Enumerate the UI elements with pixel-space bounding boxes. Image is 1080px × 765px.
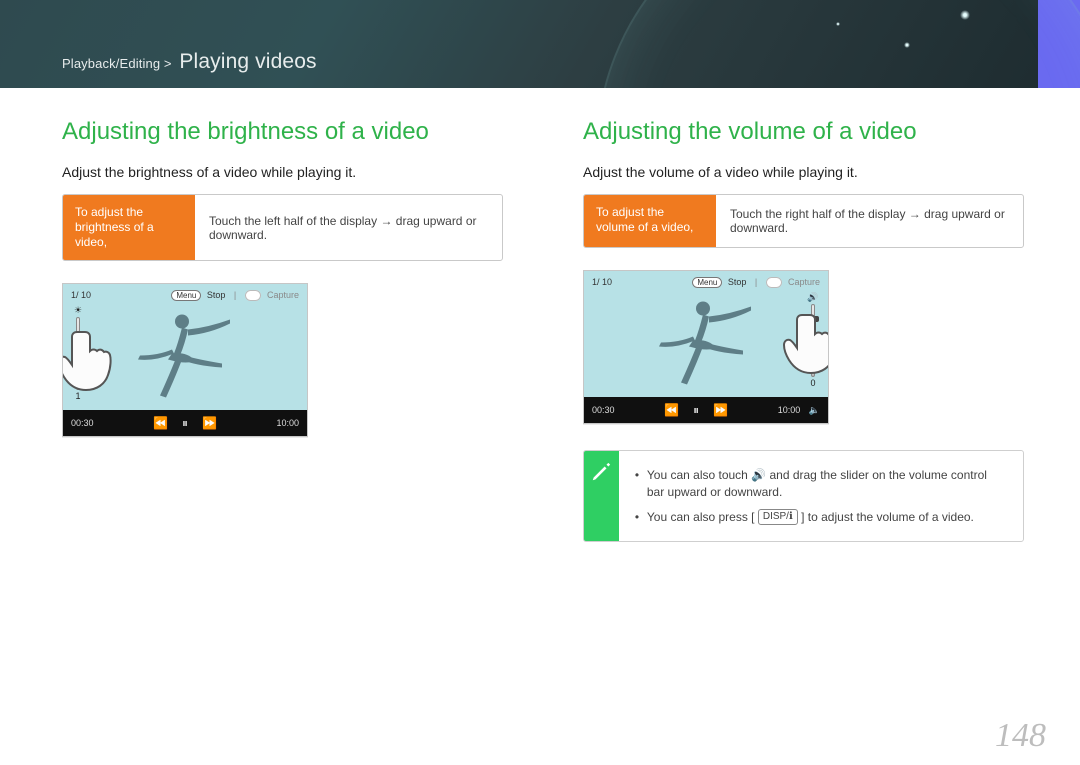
time-total: 10:00 🔈 [778,405,820,416]
breadcrumb: Playback/Editing > Playing videos [62,50,317,74]
chapter-tab [1038,0,1080,88]
stop-label: Stop [728,277,747,287]
pause-button[interactable]: ⏸ [182,416,188,431]
touch-hand-icon [782,311,828,377]
player-control-bar: 00:30 ⏪ ⏸ ⏩ 10:00 🔈 [584,397,828,423]
tip-list: You can also touch 🔊 and drag the slider… [619,451,1023,541]
breadcrumb-prefix: Playback/Editing > [62,56,172,71]
stop-label: Stop [207,290,226,300]
video-area[interactable]: 1/ 10 Menu Stop | Capture ☀ [63,284,307,410]
time-current: 00:30 [592,405,615,415]
page-root: Playback/Editing > Playing videos Adjust… [0,0,1080,765]
decor-star [960,10,970,20]
tip-box: You can also touch 🔊 and drag the slider… [583,450,1024,542]
pause-button[interactable]: ⏸ [693,403,699,418]
slider-min-label: 0 [810,378,815,388]
rewind-button[interactable]: ⏪ [664,403,679,418]
forward-button[interactable]: ⏩ [713,403,728,418]
touch-hand-icon [63,328,115,394]
section-heading: Adjusting the brightness of a video [62,118,503,146]
volume-icon[interactable]: 🔈 [809,405,820,415]
section-volume: Adjusting the volume of a video Adjust t… [583,118,1024,542]
page-number: 148 [995,717,1046,755]
top-center: Menu Stop | Capture [171,290,299,300]
instruction-value: Touch the left half of the display → dra… [195,195,502,260]
instruction-value: Touch the right half of the display → dr… [716,195,1023,247]
tip-text: You can also touch [647,468,751,482]
player-control-bar: 00:30 ⏪ ⏸ ⏩ 10:00 [63,410,307,436]
counter-label: 1/ 10 [592,277,612,287]
instruction-label: To adjust the volume of a video, [584,195,716,247]
capture-pill[interactable] [766,277,783,288]
video-area[interactable]: 1/ 10 Menu Stop | Capture 🔊 [584,271,828,397]
tip-text: ] to adjust the volume of a video. [801,510,974,524]
instruction-row: To adjust the brightness of a video, Tou… [62,194,503,261]
brightness-icon: ☀ [74,305,82,316]
player-topbar: 1/ 10 Menu Stop | Capture [71,290,299,300]
pen-icon [590,461,612,483]
decor-star [836,22,840,26]
tip-item: You can also touch 🔊 and drag the slider… [635,463,1007,505]
menu-pill[interactable]: Menu [171,290,201,301]
section-brightness: Adjusting the brightness of a video Adju… [62,118,503,542]
breadcrumb-title: Playing videos [179,50,316,73]
player-topbar: 1/ 10 Menu Stop | Capture [592,277,820,287]
capture-label: Capture [267,290,299,300]
tip-badge [584,451,619,541]
top-center: Menu Stop | Capture [692,277,820,287]
section-lede: Adjust the volume of a video while playi… [583,164,1024,180]
divider: | [755,277,757,287]
section-lede: Adjust the brightness of a video while p… [62,164,503,180]
dancer-illustration [130,310,240,405]
speaker-icon: 🔊 [751,468,766,482]
disp-button-chip: DISP/ℹ [758,509,798,525]
forward-button[interactable]: ⏩ [202,416,217,431]
section-heading: Adjusting the volume of a video [583,118,1024,146]
instruction-row: To adjust the volume of a video, Touch t… [583,194,1024,248]
dancer-illustration [651,297,761,392]
counter-label: 1/ 10 [71,290,91,300]
divider: | [234,290,236,300]
instruction-label: To adjust the brightness of a video, [63,195,195,260]
tip-item: You can also press [ DISP/ℹ ] to adjust … [635,505,1007,530]
capture-pill[interactable] [245,290,262,301]
content-area: Adjusting the brightness of a video Adju… [0,88,1080,542]
video-player-brightness: 1/ 10 Menu Stop | Capture ☀ [62,283,308,437]
video-player-volume: 1/ 10 Menu Stop | Capture 🔊 [583,270,829,424]
volume-max-icon: 🔊 [807,292,818,303]
info-icon: ℹ [789,511,793,522]
time-total: 10:00 [276,418,299,428]
tip-text: You can also press [ [647,510,755,524]
menu-pill[interactable]: Menu [692,277,722,288]
time-total-text: 10:00 [778,405,801,415]
decor-star [904,42,910,48]
rewind-button[interactable]: ⏪ [153,416,168,431]
capture-label: Capture [788,277,820,287]
page-header: Playback/Editing > Playing videos [0,0,1080,88]
time-current: 00:30 [71,418,94,428]
